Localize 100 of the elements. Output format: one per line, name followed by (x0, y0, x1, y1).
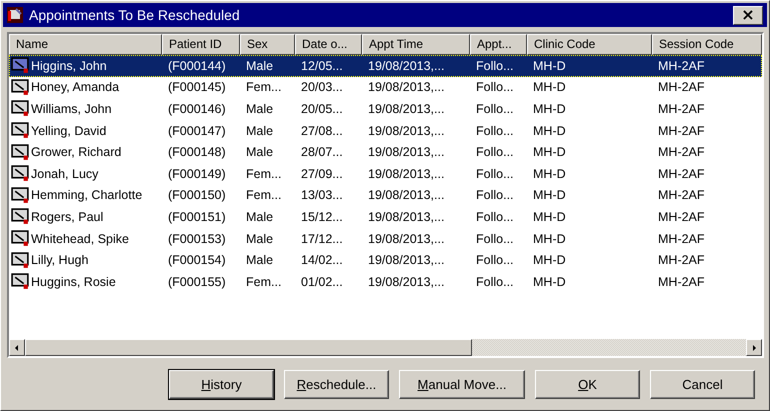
scroll-thumb[interactable] (25, 339, 472, 356)
table-cell: Higgins, John (31, 58, 107, 73)
table-cell: MH-2AF (658, 210, 705, 224)
patient-icon (11, 186, 30, 204)
table-cell: MH-D (533, 253, 566, 268)
dialog-button[interactable]: History (169, 370, 274, 399)
patient-icon (11, 230, 30, 248)
table-cell: MH-2AF (658, 102, 705, 116)
table-row[interactable]: Honey, Amanda (F000145) Fem... 20/03... 19/08/2013,... Follo... MH-D MH-2AF (9, 76, 762, 98)
left-arrow-icon (13, 344, 21, 352)
table-cell: MH-2AF (658, 145, 705, 160)
table-cell: 19/08/2013,... (368, 232, 444, 246)
patient-icon (11, 78, 30, 96)
window-title: Appointments To Be Rescheduled (29, 7, 241, 23)
table-cell: (F000155) (168, 274, 226, 289)
table-cell: Whitehead, Spike (31, 232, 129, 246)
table-cell: MH-D (533, 102, 566, 116)
table-cell: Lilly, Hugh (31, 253, 88, 268)
close-button[interactable]: × (733, 6, 763, 24)
table-row[interactable]: Jonah, Lucy (F000149) Fem... 27/09... 19/08/2013,... Follo... MH-D MH-2AF (9, 162, 762, 185)
scroll-right-button[interactable] (746, 339, 762, 356)
table-cell: 12/05... (301, 58, 343, 73)
table-cell: Male (246, 253, 274, 268)
patient-icon (11, 165, 30, 182)
table-cell: MH-D (533, 166, 566, 181)
table-row[interactable]: Grower, Richard (F000148) Male 28/07... 19/08/2013,... Follo... MH-D MH-2AF (9, 141, 762, 163)
horizontal-scrollbar[interactable] (9, 339, 762, 356)
column-header[interactable]: Appt... (470, 34, 527, 55)
table-cell: Fem... (246, 188, 282, 202)
table-row[interactable]: Rogers, Paul (F000151) Male 15/12... 19/08/2013,... Follo... MH-D MH-2AF (9, 206, 762, 228)
table-cell: Huggins, Rosie (31, 274, 116, 289)
column-header[interactable]: Clinic Code (527, 34, 652, 55)
table-cell: MH-2AF (658, 124, 705, 138)
patient-icon (11, 57, 30, 74)
table-cell: Male (246, 124, 274, 138)
table-cell: 19/08/2013,... (368, 124, 444, 138)
table-cell: (F000151) (168, 210, 226, 224)
dialog-button[interactable]: Reschedule... (284, 370, 389, 399)
right-arrow-icon (750, 344, 758, 352)
table-cell: 20/03... (301, 80, 343, 94)
table-cell: Rogers, Paul (31, 210, 104, 224)
app-icon (7, 7, 23, 23)
table-cell: MH-D (533, 145, 566, 160)
table-row[interactable]: Lilly, Hugh (F000154) Male 14/02... 19/08/2013,... Follo... MH-D MH-2AF (9, 249, 762, 271)
table-cell: 19/08/2013,... (368, 210, 444, 224)
patient-icon (11, 100, 30, 118)
table-cell: (F000146) (168, 102, 226, 116)
column-header[interactable]: Session Code (652, 34, 762, 55)
patient-icon (11, 273, 30, 290)
table-cell: Follo... (476, 253, 514, 268)
scroll-left-button[interactable] (9, 339, 25, 356)
table-row[interactable]: Hemming, Charlotte (F000150) Fem... 13/03... 19/08/2013,... Follo... MH-D MH-2AF (9, 184, 762, 206)
table-cell: 28/07... (301, 145, 343, 160)
column-header[interactable]: Appt Time (362, 34, 470, 55)
patient-icon (11, 144, 30, 161)
column-header[interactable]: Patient ID (162, 34, 240, 55)
table-cell: 13/03... (301, 188, 343, 202)
table-cell: 19/08/2013,... (368, 58, 444, 73)
table-cell: 14/02... (301, 253, 343, 268)
table-cell: Honey, Amanda (31, 80, 120, 94)
table-cell: Fem... (246, 166, 282, 181)
table-cell: 27/08... (301, 124, 343, 138)
table-cell: (F000145) (168, 80, 226, 94)
dialog-button[interactable]: OK (535, 370, 640, 399)
column-header[interactable]: Name (9, 34, 162, 55)
table-cell: Male (246, 232, 274, 246)
table-row[interactable]: Higgins, John (F000144) Male 12/05... 19/08/2013,... Follo... MH-D MH-2AF (9, 55, 762, 77)
table-row[interactable]: Yelling, David (F000147) Male 27/08... 19/08/2013,... Follo... MH-D MH-2AF (9, 120, 762, 142)
table-row[interactable]: Whitehead, Spike (F000153) Male 17/12... 19/08/2013,... Follo... MH-D MH-2AF (9, 228, 762, 250)
table-cell: Male (246, 58, 274, 73)
table-cell: Male (246, 102, 274, 116)
table-cell: Follo... (476, 80, 514, 94)
table-cell: (F000147) (168, 124, 226, 138)
table-cell: (F000150) (168, 188, 226, 202)
column-header[interactable]: Date o... (295, 34, 362, 55)
table-cell: (F000149) (168, 166, 226, 181)
table-cell: MH-2AF (658, 80, 705, 94)
table-cell: 19/08/2013,... (368, 102, 444, 116)
patient-icon (11, 122, 30, 140)
table-cell: MH-2AF (658, 274, 705, 289)
column-header[interactable]: Sex (240, 34, 295, 55)
table-row[interactable]: Williams, John (F000146) Male 20/05... 19/08/2013,... Follo... MH-D MH-2AF (9, 98, 762, 120)
table-cell: 27/09... (301, 166, 343, 181)
table-cell: Follo... (476, 188, 514, 202)
table-cell: 19/08/2013,... (368, 166, 444, 181)
table-cell: Follo... (476, 232, 514, 246)
table-cell: 19/08/2013,... (368, 80, 444, 94)
table-row[interactable]: Huggins, Rosie (F000155) Fem... 01/02... 19/08/2013,... Follo... MH-D MH-2AF (9, 270, 762, 293)
table-cell: (F000148) (168, 145, 226, 160)
table-cell: MH-D (533, 80, 566, 94)
dialog-button[interactable]: Cancel (650, 370, 755, 399)
table-cell: Follo... (476, 274, 514, 289)
dialog-button[interactable]: Manual Move... (399, 370, 525, 399)
table-cell: MH-2AF (658, 253, 705, 268)
table-cell: Follo... (476, 58, 514, 73)
table-cell: 01/02... (301, 274, 343, 289)
table-cell: MH-D (533, 188, 566, 202)
table-cell: MH-D (533, 58, 566, 73)
table-cell: 19/08/2013,... (368, 274, 444, 289)
table-cell: Male (246, 210, 274, 224)
